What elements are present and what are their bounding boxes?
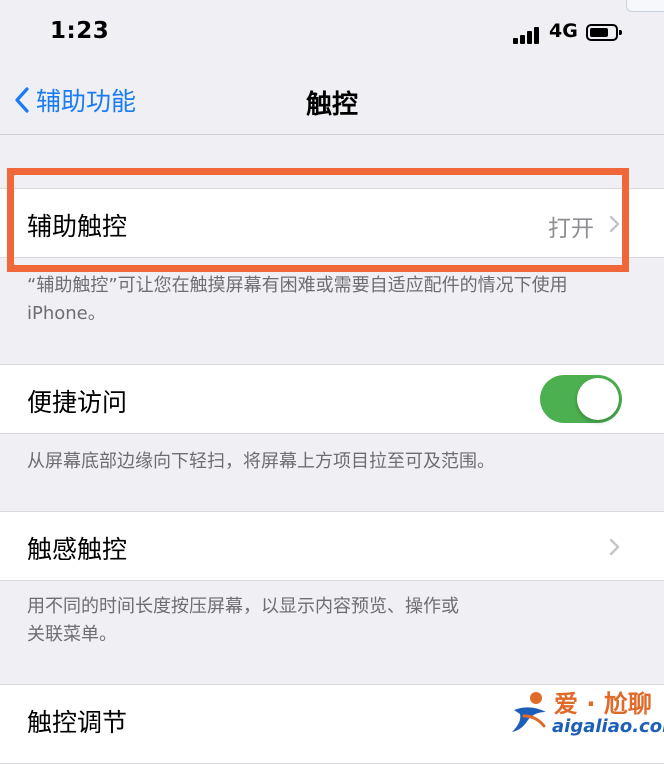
reachability-label: 便捷访问 [27,388,128,417]
toggle-knob [577,378,619,420]
battery-icon [586,24,622,41]
reachability-row: 便捷访问 [0,364,664,434]
haptic-touch-row[interactable]: 触感触控 [0,511,664,581]
corner-tab [626,0,664,12]
reachability-footer: 从屏幕底部边缘向下轻扫，将屏幕上方项目拉至可及范围。 [27,451,495,472]
navigation-bar: 辅助功能 触控 [0,68,664,135]
assistive-touch-footer: “辅助触控”可让您在触摸屏幕有困难或需要自适应配件的情况下使用 iPhone。 [27,275,568,324]
haptic-touch-footer-line1: 用不同的时间长度按压屏幕，以显示内容预览、操作或 [27,596,459,617]
highlight-box [7,168,629,272]
chevron-right-icon [609,538,620,556]
haptic-touch-footer: 用不同的时间长度按压屏幕，以显示内容预览、操作或 关联菜单。 [27,593,627,649]
cellular-signal-icon [513,26,545,44]
haptic-touch-label: 触感触控 [27,535,128,564]
page-title: 触控 [305,90,358,120]
watermark: 爱 · 尬聊 aigaliao.com [506,684,664,744]
reachability-toggle[interactable] [540,375,622,423]
watermark-url: aigaliao.com [552,716,664,737]
watermark-text: 爱 · 尬聊 [554,690,652,718]
status-bar: 1:23 4G [0,0,664,68]
network-type: 4G [549,20,578,42]
watermark-logo-icon [512,692,546,732]
status-time: 1:23 [50,18,110,44]
haptic-touch-footer-line2: 关联菜单。 [27,624,117,645]
touch-accommodations-label: 触控调节 [27,708,128,737]
